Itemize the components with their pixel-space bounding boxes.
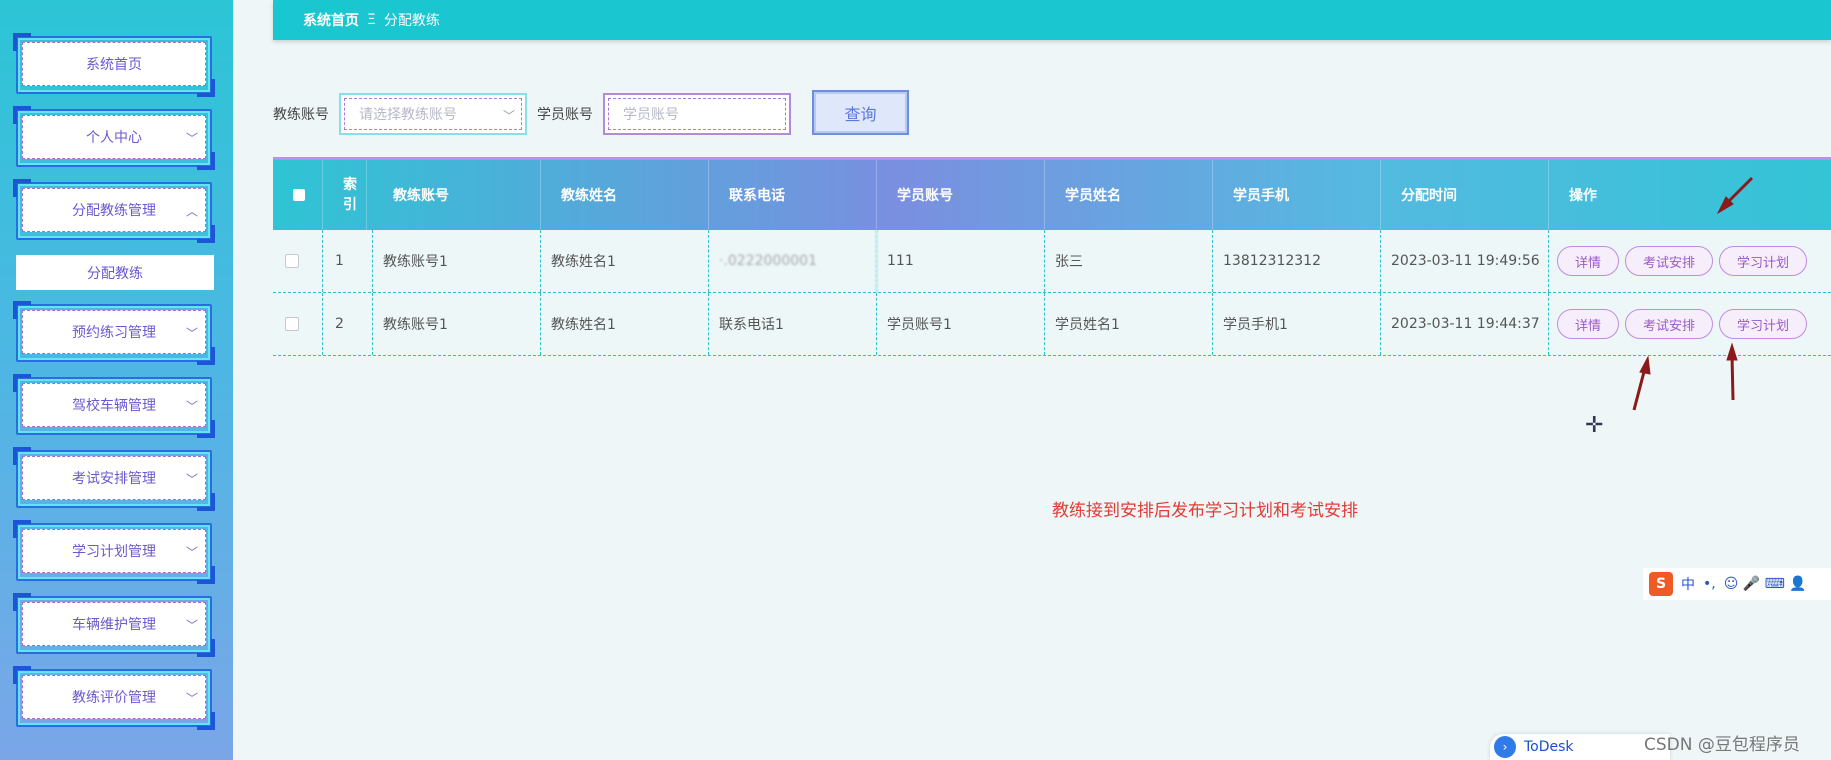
annotation-text: 教练接到安排后发布学习计划和考试安排 (1052, 501, 1358, 521)
ime-language[interactable]: 中 (1681, 574, 1695, 594)
ime-punctuation[interactable]: •, (1703, 576, 1716, 592)
expand-arrow-icon[interactable]: › (1494, 736, 1516, 758)
todesk-label: ToDesk (1524, 739, 1574, 755)
crosshair-cursor-icon: ✛ (1585, 413, 1604, 438)
arrow-line (1730, 354, 1735, 401)
sogou-logo-icon: S (1649, 572, 1673, 596)
watermark: CSDN @豆包程序员 (1644, 735, 1800, 755)
ime-tool-icons[interactable]: ☺ 🎤 ⌨ 👤 (1724, 576, 1807, 592)
ime-toolbar[interactable]: S 中 •, ☺ 🎤 ⌨ 👤 (1643, 568, 1831, 600)
arrow-head (1726, 342, 1738, 361)
arrow-line (1632, 367, 1647, 411)
arrow-head (1639, 355, 1651, 375)
todesk-widget[interactable]: › ToDesk (1490, 734, 1670, 760)
annotation-arrows (1632, 176, 1754, 411)
